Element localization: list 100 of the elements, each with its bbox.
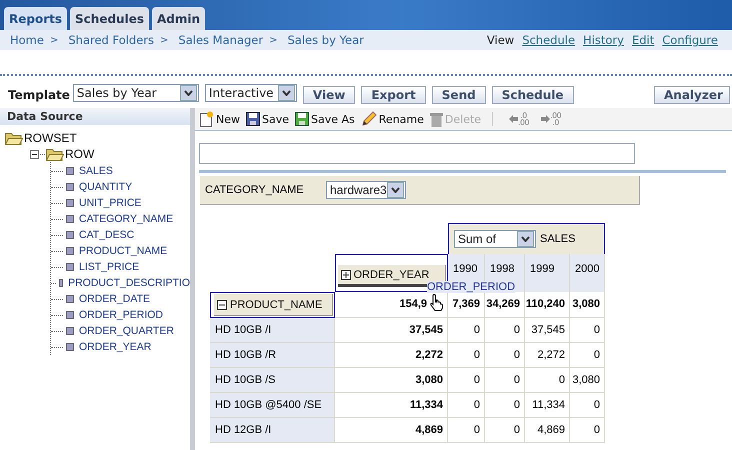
analyzer-button[interactable]: Analyzer bbox=[654, 86, 730, 104]
toolbar-button[interactable]: Send bbox=[432, 86, 486, 104]
view-link[interactable]: History bbox=[583, 33, 624, 47]
table-cell: 4,869 bbox=[335, 418, 448, 443]
table-cell: 0 bbox=[448, 318, 485, 343]
table-cell: 0 bbox=[485, 343, 525, 368]
toolbar-button[interactable]: Rename bbox=[360, 111, 425, 127]
breadcrumb-separator: > bbox=[160, 34, 168, 46]
total-cell: 3,080 bbox=[570, 292, 605, 318]
table-cell: 0 bbox=[485, 318, 525, 343]
aggregate-select[interactable]: Sum of bbox=[454, 230, 536, 248]
row-header: HD 10GB /S bbox=[210, 368, 335, 393]
dropdown-icon bbox=[387, 182, 404, 198]
template-select[interactable]: Sales by Year bbox=[72, 84, 199, 102]
field-item[interactable]: QUANTITY bbox=[79, 181, 132, 193]
table-cell: 0 bbox=[448, 368, 485, 393]
total-cell: 110,240 bbox=[525, 292, 570, 318]
table-cell: 37,545 bbox=[525, 318, 570, 343]
view-link[interactable]: View bbox=[486, 33, 514, 47]
hand-cursor-icon bbox=[430, 293, 444, 311]
toolbar-button[interactable]: New bbox=[198, 111, 241, 127]
trash-can-icon bbox=[430, 112, 443, 126]
breadcrumb-link[interactable]: Shared Folders bbox=[68, 33, 154, 47]
collapse-toggle[interactable] bbox=[30, 150, 39, 158]
row-field-button[interactable]: PRODUCT_NAME bbox=[214, 294, 333, 316]
table-cell: 0 bbox=[448, 418, 485, 443]
table-cell: 0 bbox=[485, 418, 525, 443]
field-item[interactable]: UNIT_PRICE bbox=[79, 197, 142, 209]
toolbar-button[interactable]: Schedule bbox=[492, 86, 574, 104]
field-item[interactable]: ORDER_YEAR bbox=[79, 341, 152, 353]
tab[interactable]: Reports bbox=[4, 7, 68, 30]
table-cell: 0 bbox=[570, 343, 605, 368]
collapse-toggle[interactable] bbox=[217, 300, 227, 310]
table-cell: 0 bbox=[525, 368, 570, 393]
template-label: Template bbox=[8, 88, 70, 102]
breadcrumb-link[interactable]: Home bbox=[10, 33, 44, 47]
panel-title: Data Source bbox=[0, 108, 190, 125]
view-link[interactable]: Configure bbox=[662, 33, 718, 47]
table-cell: 0 bbox=[570, 318, 605, 343]
toolbar-button[interactable]: View bbox=[302, 86, 356, 104]
folder-icon bbox=[46, 148, 64, 160]
row-header: HD 10GB /I bbox=[210, 318, 335, 343]
filter-select[interactable]: hardware3 bbox=[326, 181, 406, 199]
field-item[interactable]: ORDER_QUARTER bbox=[79, 325, 174, 337]
table-cell: 3,080 bbox=[570, 368, 605, 393]
tab[interactable]: Schedules bbox=[70, 7, 149, 30]
table-cell: 11,334 bbox=[525, 393, 570, 418]
title-field[interactable] bbox=[199, 143, 635, 164]
pencil-icon bbox=[360, 111, 377, 127]
tree-node[interactable]: ROW bbox=[65, 147, 94, 161]
field-item[interactable]: ORDER_PERIOD bbox=[79, 309, 164, 321]
field-item[interactable]: CAT_DESC bbox=[79, 229, 134, 241]
filter-label: CATEGORY_NAME bbox=[205, 184, 305, 196]
arrow-icon bbox=[509, 115, 518, 123]
field-item[interactable]: CATEGORY_NAME bbox=[79, 213, 174, 225]
table-cell: 11,334 bbox=[335, 393, 448, 418]
toolbar-button[interactable]: Export bbox=[361, 86, 426, 104]
breadcrumb-separator: > bbox=[50, 34, 58, 46]
row-header: HD 10GB @5400 /SE bbox=[210, 393, 335, 418]
table-cell: 3,080 bbox=[335, 368, 448, 393]
toolbar-button[interactable]: Save bbox=[245, 112, 290, 126]
folder-icon bbox=[5, 132, 23, 144]
table-cell: 0 bbox=[448, 393, 485, 418]
tree-node[interactable]: ROWSET bbox=[24, 131, 77, 145]
view-link[interactable]: Edit bbox=[632, 33, 654, 47]
field-item[interactable]: PRODUCT_NAME bbox=[79, 245, 168, 257]
table-cell: 0 bbox=[570, 393, 605, 418]
table-cell: 2,272 bbox=[335, 343, 448, 368]
view-link[interactable]: Schedule bbox=[522, 33, 576, 47]
table-cell: 0 bbox=[485, 368, 525, 393]
row-header: HD 10GB /R bbox=[210, 343, 335, 368]
field-item[interactable]: PRODUCT_DESCRIPTIO bbox=[68, 277, 190, 289]
table-cell: 0 bbox=[485, 393, 525, 418]
arrow-icon bbox=[541, 115, 550, 123]
row-header: HD 12GB /I bbox=[210, 418, 335, 443]
measure-label: SALES bbox=[540, 233, 576, 245]
mode-select[interactable]: Interactive bbox=[204, 84, 297, 102]
dragged-field-label: ORDER_PERIOD bbox=[427, 281, 516, 293]
dropdown-icon bbox=[517, 231, 534, 247]
breadcrumb-separator: > bbox=[269, 34, 278, 46]
dropdown-icon bbox=[180, 85, 197, 101]
field-item[interactable]: SALES bbox=[79, 165, 113, 177]
table-cell: 0 bbox=[570, 418, 605, 443]
table-cell: 0 bbox=[448, 343, 485, 368]
toolbar-button[interactable]: Save As bbox=[294, 112, 356, 126]
table-cell: 2,272 bbox=[525, 343, 570, 368]
breadcrumb-link[interactable]: Sales by Year bbox=[288, 33, 364, 47]
table-cell: 37,545 bbox=[335, 318, 448, 343]
new-document-icon bbox=[199, 111, 214, 127]
column-header: 1999 bbox=[525, 254, 570, 292]
column-header: 2000 bbox=[570, 254, 605, 292]
decimal-button[interactable]: .00 .0 bbox=[537, 112, 566, 126]
field-item[interactable]: LIST_PRICE bbox=[79, 261, 140, 273]
table-cell: 4,869 bbox=[525, 418, 570, 443]
expand-toggle[interactable] bbox=[340, 270, 350, 280]
dropdown-icon bbox=[278, 85, 295, 101]
field-item[interactable]: ORDER_DATE bbox=[79, 293, 150, 305]
tab[interactable]: Admin bbox=[152, 7, 206, 30]
breadcrumb-link[interactable]: Sales Manager bbox=[178, 33, 264, 47]
decimal-button[interactable]: .0 .00 bbox=[505, 112, 534, 126]
